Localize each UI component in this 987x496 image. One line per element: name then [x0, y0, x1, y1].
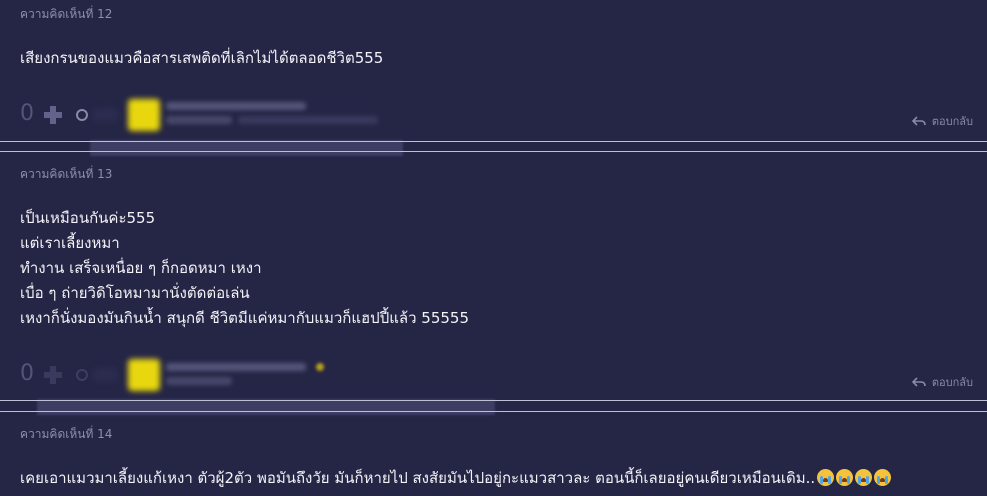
redacted-bar [90, 140, 403, 156]
comment-number: ความคิดเห็นที่ 12 [20, 7, 113, 21]
comment-number: ความคิดเห็นที่ 13 [20, 167, 113, 181]
emoji-reaction-icon[interactable] [76, 369, 88, 381]
reply-button[interactable]: ตอบกลับ [911, 112, 973, 130]
member-info-redacted [166, 377, 232, 385]
avatar[interactable] [128, 99, 160, 131]
member-badge-icon [316, 363, 324, 371]
comment-line: เสียงกรนของแมวคือสารเสพติดที่เลิกไม่ได้ต… [20, 49, 384, 67]
emoji-reaction-icon[interactable] [76, 109, 88, 121]
reply-label: ตอบกลับ [931, 376, 973, 389]
reply-button[interactable]: ตอบกลับ [911, 373, 973, 391]
redacted-bar [37, 399, 495, 415]
comment-divider [0, 151, 987, 152]
comment-number: ความคิดเห็นที่ 14 [20, 427, 113, 441]
comment-body: เคยเอาแมวมาเลี้ยงแก้เหงา ตัวผู้2ตัว พอมั… [20, 466, 892, 491]
comment-line: เคยเอาแมวมาเลี้ยงแก้เหงา ตัวผู้2ตัว พอมั… [20, 466, 892, 491]
plus-icon[interactable] [42, 104, 64, 126]
comment-line: แต่เราเลี้ยงหมา [20, 234, 120, 252]
member-info-redacted [166, 116, 232, 124]
comment-body: เป็นเหมือนกันค่ะ555 แต่เราเลี้ยงหมา ทำงา… [20, 206, 469, 331]
comment-body: เสียงกรนของแมวคือสารเสพติดที่เลิกไม่ได้ต… [20, 46, 383, 71]
comment-line: เป็นเหมือนกันค่ะ555 [20, 209, 156, 227]
comment-line: เหงาก็นั่งมองมันกินน้ำ สนุกดี ชีวิตมีแค่… [20, 309, 469, 327]
loudly-crying-face-icon [874, 469, 892, 486]
comment-line-text: เคยเอาแมวมาเลี้ยงแก้เหงา ตัวผู้2ตัว พอมั… [20, 469, 816, 487]
reaction-count-redacted [92, 108, 118, 122]
username-redacted[interactable] [166, 363, 306, 371]
comment-divider [0, 400, 987, 401]
vote-score: 0 [20, 361, 34, 386]
loudly-crying-face-icon [836, 469, 854, 486]
comment-divider [0, 141, 987, 142]
comment-divider [0, 411, 987, 412]
loudly-crying-face-icon [855, 469, 873, 486]
timestamp-redacted [238, 116, 378, 124]
username-redacted[interactable] [166, 102, 306, 110]
comment-line: เบื่อ ๆ ถ่ายวิดิโอหมามานั่งตัดต่อเล่น [20, 284, 250, 302]
reply-arrow-icon [911, 377, 926, 387]
vote-score: 0 [20, 101, 34, 126]
reply-arrow-icon [911, 116, 926, 126]
reply-label: ตอบกลับ [931, 115, 973, 128]
comment-line: ทำงาน เสร็จเหนื่อย ๆ ก็กอดหมา เหงา [20, 259, 262, 277]
reaction-count-redacted [92, 368, 118, 382]
loudly-crying-face-icon [817, 469, 835, 486]
avatar[interactable] [128, 359, 160, 391]
plus-icon[interactable] [42, 364, 64, 386]
